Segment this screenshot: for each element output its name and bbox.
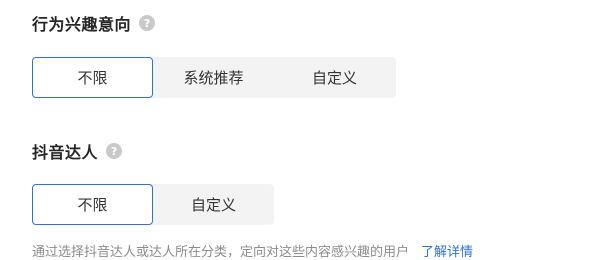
douyin-creator-option-custom[interactable]: 自定义: [153, 184, 274, 225]
behavior-interest-option-custom[interactable]: 自定义: [274, 57, 395, 98]
douyin-creator-segmented-control: 不限 自定义: [32, 184, 274, 225]
hint-text: 通过选择抖音达人或达人所在分类，定向对这些内容感兴趣的用户: [32, 245, 410, 260]
douyin-creator-hint: 通过选择抖音达人或达人所在分类，定向对这些内容感兴趣的用户 了解详情: [32, 241, 473, 260]
behavior-interest-segmented-control: 不限 系统推荐 自定义: [32, 57, 396, 98]
douyin-creator-option-unlimited[interactable]: 不限: [32, 184, 153, 225]
douyin-creator-section: 抖音达人 ?: [32, 140, 123, 162]
behavior-interest-option-system-recommend[interactable]: 系统推荐: [153, 57, 274, 98]
learn-more-link[interactable]: 了解详情: [421, 245, 473, 260]
behavior-interest-header: 行为兴趣意向 ?: [32, 12, 156, 34]
douyin-creator-header: 抖音达人 ?: [32, 140, 123, 162]
behavior-interest-option-unlimited[interactable]: 不限: [32, 57, 153, 98]
behavior-interest-title: 行为兴趣意向: [32, 15, 132, 34]
help-icon[interactable]: ?: [106, 143, 123, 159]
douyin-creator-title: 抖音达人: [32, 143, 99, 162]
help-icon[interactable]: ?: [139, 15, 156, 31]
behavior-interest-section: 行为兴趣意向 ?: [32, 12, 156, 34]
